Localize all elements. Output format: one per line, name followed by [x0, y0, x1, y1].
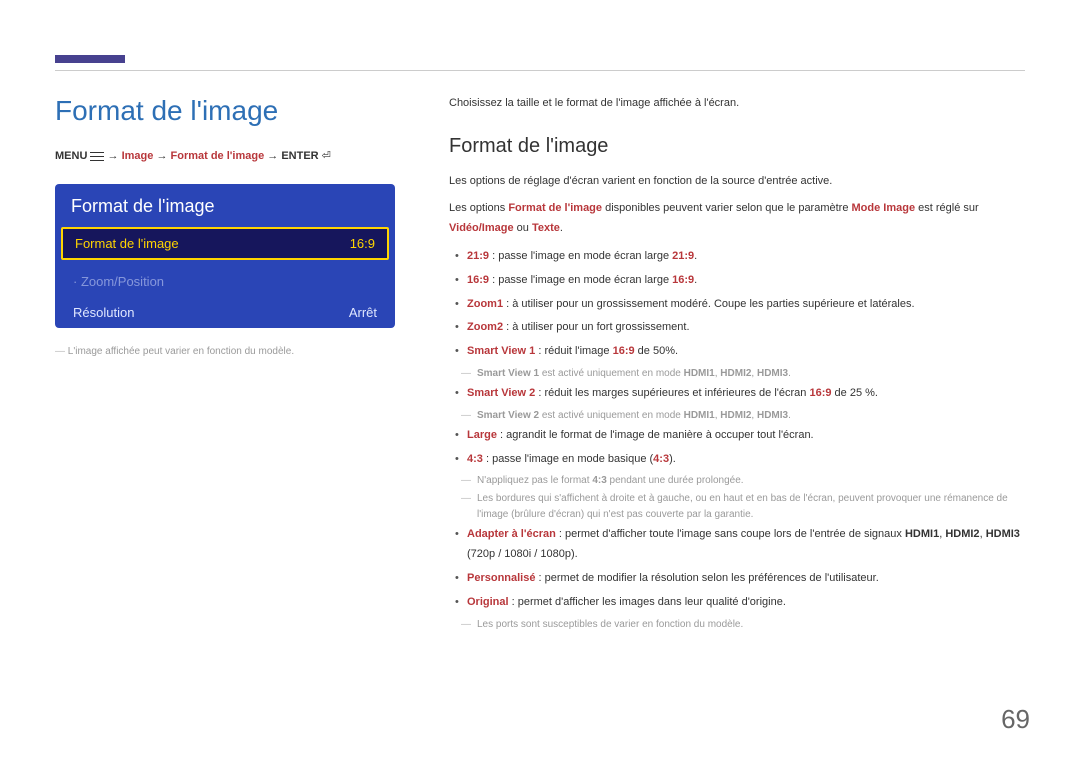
breadcrumb-format: Format de l'image: [171, 150, 265, 162]
options-list-3: Large : agrandit le format de l'image de…: [449, 426, 1025, 470]
subnote-sv2: Smart View 2 est activé uniquement en mo…: [449, 408, 1025, 424]
left-footnote: L'image affichée peut varier en fonction…: [55, 346, 395, 357]
osd-panel-title: Format de l'image: [55, 184, 395, 227]
enter-icon: ⏎: [322, 150, 331, 162]
list-item: Large : agrandit le format de l'image de…: [449, 426, 1025, 446]
osd-menu-panel: Format de l'image Format de l'image 16:9…: [55, 184, 395, 328]
list-item: Smart View 2 : réduit les marges supérie…: [449, 384, 1025, 404]
subnote-43-1: N'appliquez pas le format 4:3 pendant un…: [449, 473, 1025, 489]
list-item: 4:3 : passe l'image en mode basique (4:3…: [449, 450, 1025, 470]
list-item: Zoom2 : à utiliser pour un fort grossiss…: [449, 318, 1025, 338]
breadcrumb-arrow: →: [267, 150, 281, 162]
page-number: 69: [1001, 704, 1030, 735]
list-item: 16:9 : passe l'image en mode écran large…: [449, 271, 1025, 291]
osd-item-label: Résolution: [73, 305, 134, 320]
options-list-4: Adapter à l'écran : permet d'afficher to…: [449, 525, 1025, 612]
osd-item-label: Format de l'image: [75, 236, 179, 251]
list-item: 21:9 : passe l'image en mode écran large…: [449, 247, 1025, 267]
osd-item-value: Arrêt: [349, 305, 377, 320]
breadcrumb-menu: MENU: [55, 150, 87, 162]
left-column: Format de l'image MENU → Image → Format …: [55, 95, 395, 723]
osd-item-label: · Zoom/Position: [73, 274, 164, 289]
breadcrumb-arrow: →: [108, 150, 122, 162]
section-subheading: Format de l'image: [449, 135, 1025, 158]
page-title: Format de l'image: [55, 95, 395, 127]
list-item: Adapter à l'écran : permet d'afficher to…: [449, 525, 1025, 565]
osd-item-resolution[interactable]: Résolution Arrêt: [55, 297, 395, 328]
para-1: Les options de réglage d'écran varient e…: [449, 172, 1025, 192]
para-2: Les options Format de l'image disponible…: [449, 199, 1025, 239]
list-item: Original : permet d'afficher les images …: [449, 593, 1025, 613]
osd-item-format[interactable]: Format de l'image 16:9: [61, 227, 389, 260]
options-list-2: Smart View 2 : réduit les marges supérie…: [449, 384, 1025, 404]
breadcrumb-image: Image: [122, 150, 154, 162]
subnote-sv1: Smart View 1 est activé uniquement en mo…: [449, 366, 1025, 382]
header-divider: [55, 70, 1025, 71]
osd-item-value: 16:9: [350, 236, 375, 251]
list-item: Smart View 1 : réduit l'image 16:9 de 50…: [449, 342, 1025, 362]
menu-icon: [90, 152, 104, 161]
osd-item-zoom[interactable]: · Zoom/Position: [55, 266, 395, 297]
page-content: Format de l'image MENU → Image → Format …: [55, 95, 1025, 723]
list-item: Personnalisé : permet de modifier la rés…: [449, 569, 1025, 589]
section-accent-bar: [55, 55, 125, 63]
right-column: Choisissez la taille et le format de l'i…: [449, 95, 1025, 723]
intro-text: Choisissez la taille et le format de l'i…: [449, 95, 1025, 113]
subnote-43-2: Les bordures qui s'affichent à droite et…: [449, 491, 1025, 523]
subnote-ports: Les ports sont susceptibles de varier en…: [449, 617, 1025, 633]
breadcrumb: MENU → Image → Format de l'image → ENTER…: [55, 149, 395, 162]
list-item: Zoom1 : à utiliser pour un grossissement…: [449, 295, 1025, 315]
breadcrumb-enter: ENTER: [281, 150, 318, 162]
options-list: 21:9 : passe l'image en mode écran large…: [449, 247, 1025, 362]
breadcrumb-arrow: →: [156, 150, 170, 162]
